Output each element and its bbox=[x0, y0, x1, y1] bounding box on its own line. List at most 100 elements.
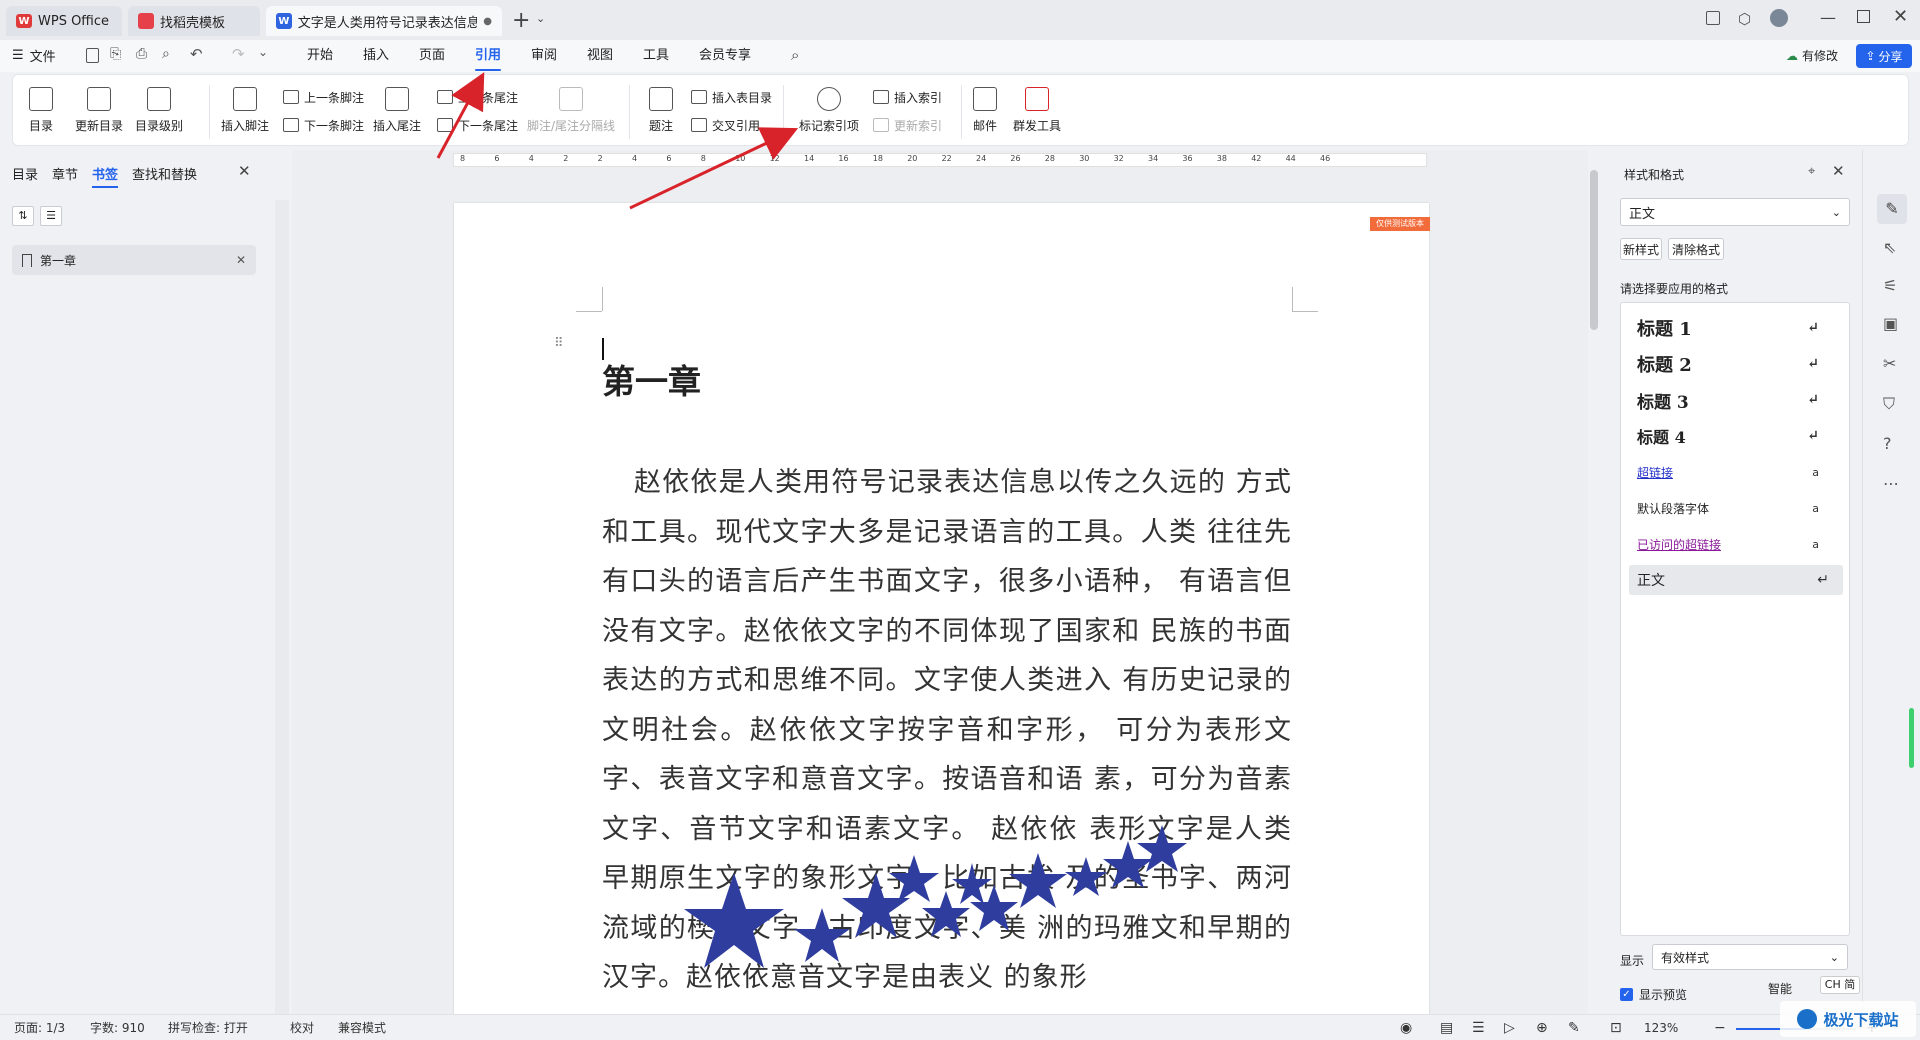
more-icon[interactable]: ⌄ bbox=[258, 45, 268, 59]
toc-level-button[interactable]: 目录级别 bbox=[135, 87, 183, 134]
help-icon[interactable]: ? bbox=[1883, 434, 1892, 453]
page-view-icon[interactable]: ▤ bbox=[1440, 1020, 1453, 1036]
close-styles-icon[interactable]: ✕ bbox=[1832, 162, 1845, 180]
ime-indicator[interactable]: CH 简 bbox=[1820, 976, 1860, 994]
update-toc-button[interactable]: 更新目录 bbox=[75, 87, 123, 134]
document-page[interactable]: 仅供测试版本 ⠿ 第一章 赵依依是人类用符号记录表达信息以传之久远的 方式和工具… bbox=[454, 203, 1430, 1014]
style-heading-3[interactable]: 标题 3 ↵ bbox=[1621, 385, 1833, 415]
select-cursor-icon[interactable]: ⇖ bbox=[1883, 238, 1896, 257]
outline-view-icon[interactable]: ☰ bbox=[1472, 1020, 1485, 1036]
pen-icon[interactable]: ✎ bbox=[1568, 1020, 1580, 1036]
edit-style-icon[interactable]: ✎ bbox=[1877, 194, 1907, 224]
export-icon[interactable]: ⎘ bbox=[110, 46, 121, 62]
print-preview-icon[interactable]: ⌕ bbox=[162, 46, 170, 62]
smart-label[interactable]: 智能 bbox=[1768, 980, 1792, 997]
modified-indicator[interactable]: ☁ 有修改 bbox=[1786, 47, 1838, 64]
tab-template[interactable]: 找稻壳模板 bbox=[128, 6, 260, 36]
tab-document[interactable]: W 文字是人类用符号记录表达信息以 ● bbox=[266, 6, 502, 36]
vertical-scrollbar[interactable] bbox=[1590, 170, 1598, 330]
insert-endnote-button[interactable]: 插入尾注 bbox=[373, 87, 421, 134]
insert-footnote-button[interactable]: 插入脚注 bbox=[221, 87, 269, 134]
close-panel-icon[interactable]: ✕ bbox=[238, 162, 251, 180]
insert-index-button[interactable]: 插入索引 bbox=[873, 87, 942, 107]
menu-member[interactable]: 会员专享 bbox=[699, 46, 751, 66]
search-icon[interactable]: ⌕ bbox=[791, 46, 799, 64]
insert-table-toc-button[interactable]: 插入表目录 bbox=[691, 87, 772, 107]
mark-index-button[interactable]: 标记索引项 bbox=[799, 87, 859, 134]
horizontal-ruler[interactable]: 8 6 4 2 2 4 6 8 10 12 14 16 18 20 22 24 26 28 30 32 34 36 38 42… bbox=[453, 153, 1427, 167]
separator-line-button[interactable]: 脚注/尾注分隔线 bbox=[527, 87, 615, 134]
menu-page[interactable]: 页面 bbox=[419, 46, 445, 66]
menu-view[interactable]: 视图 bbox=[587, 46, 613, 66]
more-options-icon[interactable]: ⋯ bbox=[1883, 474, 1899, 493]
pin-icon[interactable]: ⌖ bbox=[1808, 164, 1815, 179]
mass-tools-button[interactable]: 群发工具 bbox=[1013, 87, 1061, 134]
style-heading-4[interactable]: 标题 4 ↵ bbox=[1621, 421, 1833, 451]
menu-insert[interactable]: 插入 bbox=[363, 46, 389, 66]
preview-checkbox[interactable]: ✓ 显示预览 bbox=[1620, 986, 1687, 1003]
close-window-icon[interactable]: ✕ bbox=[1893, 6, 1908, 27]
mail-button[interactable]: 邮件 bbox=[973, 87, 997, 134]
word-count[interactable]: 字数: 910 bbox=[90, 1020, 145, 1036]
new-style-button[interactable]: 新样式 bbox=[1620, 238, 1662, 260]
spell-check[interactable]: 拼写检查: 打开 bbox=[168, 1020, 248, 1036]
eye-icon[interactable]: ◉ bbox=[1400, 1020, 1412, 1036]
play-icon[interactable]: ▷ bbox=[1504, 1020, 1515, 1036]
style-list[interactable]: 标题 1 ↵ 标题 2 ↵ 标题 3 ↵ 标题 4 ↵ 超链接 a 默认段落字体 a 已访问… bbox=[1620, 302, 1850, 936]
style-hyperlink[interactable]: 超链接 a bbox=[1621, 457, 1833, 487]
style-default-font[interactable]: 默认段落字体 a bbox=[1621, 493, 1833, 523]
avatar[interactable] bbox=[1770, 9, 1788, 27]
sort-icon[interactable]: ⇅ bbox=[12, 206, 34, 226]
update-index-button[interactable]: 更新索引 bbox=[873, 115, 942, 135]
tab-toc[interactable]: 目录 bbox=[12, 164, 38, 188]
adjust-icon[interactable]: ⚟ bbox=[1883, 276, 1897, 295]
chapter-heading[interactable]: 第一章 bbox=[602, 355, 701, 403]
prev-footnote-button[interactable]: 上一条脚注 bbox=[283, 87, 364, 107]
show-filter-select[interactable]: 有效样式 ⌄ bbox=[1652, 944, 1848, 970]
page-indicator[interactable]: 页面: 1/3 bbox=[14, 1020, 65, 1036]
cube-icon[interactable]: ⬡ bbox=[1738, 10, 1751, 28]
prev-endnote-button[interactable]: 上一条尾注 bbox=[437, 87, 518, 107]
menu-start[interactable]: 开始 bbox=[307, 46, 333, 66]
clear-format-button[interactable]: 清除格式 bbox=[1668, 238, 1724, 260]
tab-wps-office[interactable]: W WPS Office bbox=[6, 6, 122, 36]
tools-icon[interactable]: ✂ bbox=[1883, 354, 1896, 373]
web-view-icon[interactable]: ⊕ bbox=[1536, 1020, 1548, 1036]
close-tab-icon[interactable]: ● bbox=[483, 16, 492, 27]
next-footnote-button[interactable]: 下一条脚注 bbox=[283, 115, 364, 135]
fit-page-icon[interactable]: ⊡ bbox=[1610, 1020, 1622, 1036]
list-order-icon[interactable]: ☰ bbox=[40, 206, 62, 226]
shirt-icon[interactable]: ⛉ bbox=[1883, 394, 1895, 414]
new-tab-icon[interactable]: + bbox=[512, 8, 530, 33]
drag-handle-icon[interactable]: ⠿ bbox=[554, 336, 564, 351]
menu-tools[interactable]: 工具 bbox=[643, 46, 669, 66]
print-icon[interactable]: ⎙ bbox=[136, 46, 147, 62]
layout-icon[interactable] bbox=[1706, 11, 1720, 25]
minimize-icon[interactable]: — bbox=[1820, 8, 1836, 27]
style-normal[interactable]: 正文 ↵ bbox=[1629, 565, 1843, 595]
style-visited-hyperlink[interactable]: 已访问的超链接 a bbox=[1621, 529, 1833, 559]
save-icon[interactable] bbox=[86, 48, 99, 63]
star-shapes[interactable] bbox=[654, 813, 1254, 973]
zoom-level[interactable]: 123% bbox=[1644, 1020, 1678, 1036]
cross-reference-button[interactable]: 交叉引用 bbox=[691, 115, 760, 135]
undo-icon[interactable]: ↶ bbox=[190, 45, 203, 63]
zoom-out-icon[interactable]: − bbox=[1714, 1020, 1726, 1036]
vertical-ruler[interactable] bbox=[275, 200, 289, 1014]
maximize-icon[interactable] bbox=[1857, 10, 1870, 23]
menu-references[interactable]: 引用 bbox=[475, 46, 502, 71]
image-icon[interactable]: ▣ bbox=[1883, 314, 1898, 333]
bookmark-item[interactable]: 第一章 ✕ bbox=[12, 245, 256, 275]
caption-button[interactable]: 题注 bbox=[649, 87, 673, 134]
file-menu[interactable]: ☰ 文件 bbox=[12, 46, 56, 65]
style-heading-2[interactable]: 标题 2 ↵ bbox=[1621, 349, 1833, 379]
style-heading-1[interactable]: 标题 1 ↵ bbox=[1621, 313, 1833, 343]
menu-review[interactable]: 审阅 bbox=[531, 46, 557, 66]
chevron-down-icon[interactable]: ⌄ bbox=[536, 12, 545, 25]
tab-chapters[interactable]: 章节 bbox=[52, 164, 78, 188]
delete-bookmark-icon[interactable]: ✕ bbox=[236, 253, 246, 267]
share-button[interactable]: ⇪ 分享 bbox=[1856, 44, 1912, 68]
toc-button[interactable]: 目录 bbox=[29, 87, 53, 134]
redo-icon[interactable]: ↷ bbox=[232, 45, 245, 63]
tab-bookmarks[interactable]: 书签 bbox=[92, 164, 119, 188]
